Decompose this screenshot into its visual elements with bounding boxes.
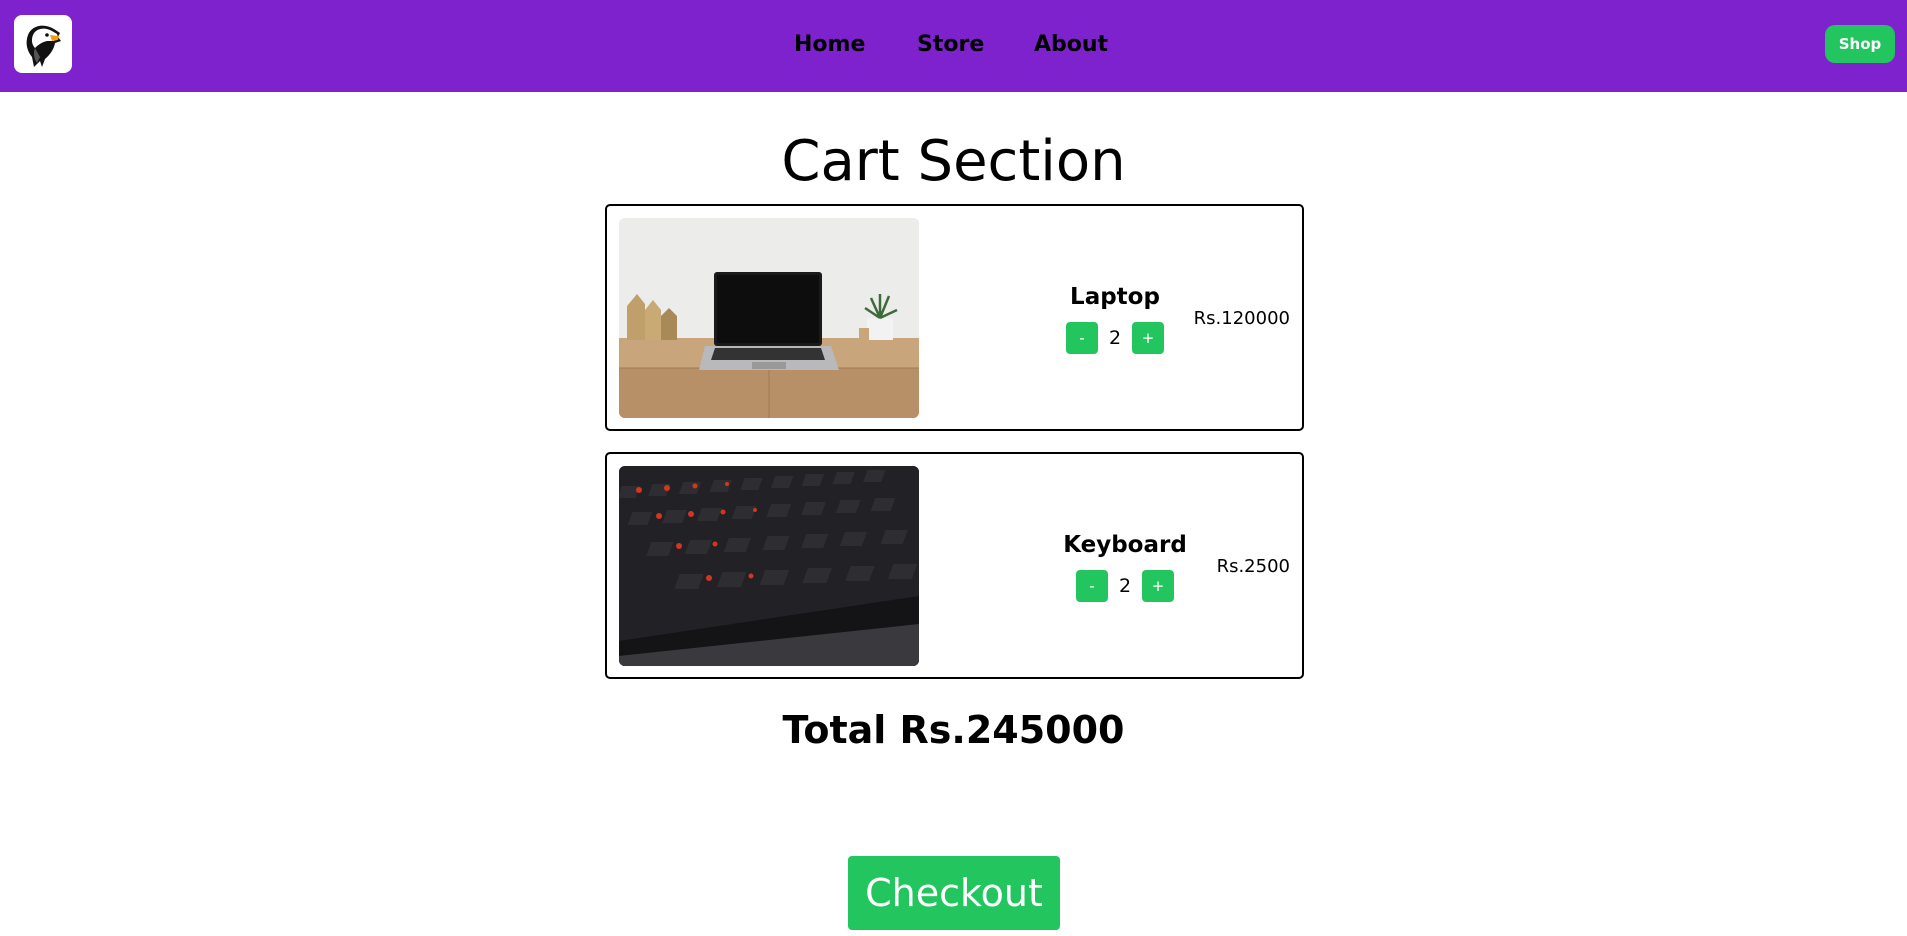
nav-about-link[interactable]: About [1034, 30, 1108, 60]
item-name: Keyboard [1063, 532, 1187, 558]
eagle-logo-icon[interactable] [14, 15, 72, 73]
quantity-stepper: - 2 + [1015, 322, 1215, 354]
laptop-image [619, 218, 919, 418]
shop-button[interactable]: Shop [1825, 25, 1895, 63]
cart-item: Laptop - 2 + Rs.120000 [605, 204, 1304, 431]
cart-item: Keyboard - 2 + Rs.2500 [605, 452, 1304, 679]
item-details: Keyboard - 2 + [1025, 530, 1225, 602]
decrease-quantity-button[interactable]: - [1076, 570, 1108, 602]
increase-quantity-button[interactable]: + [1142, 570, 1174, 602]
cart-total: Total Rs.245000 [782, 708, 1125, 752]
checkout-button[interactable]: Checkout [848, 856, 1060, 930]
item-price: Rs.120000 [1193, 308, 1290, 329]
nav-store-link[interactable]: Store [917, 30, 984, 60]
item-name: Laptop [1070, 284, 1160, 310]
decrease-quantity-button[interactable]: - [1066, 322, 1098, 354]
page-title: Cart Section [781, 129, 1126, 194]
nav-home-link[interactable]: Home [794, 30, 865, 60]
quantity-value: 2 [1118, 575, 1132, 597]
item-details: Laptop - 2 + [1015, 282, 1215, 354]
navbar: Home Store About Shop [0, 0, 1907, 92]
quantity-stepper: - 2 + [1025, 570, 1225, 602]
keyboard-image [619, 466, 919, 666]
item-price: Rs.2500 [1216, 556, 1290, 577]
quantity-value: 2 [1108, 327, 1122, 349]
increase-quantity-button[interactable]: + [1132, 322, 1164, 354]
